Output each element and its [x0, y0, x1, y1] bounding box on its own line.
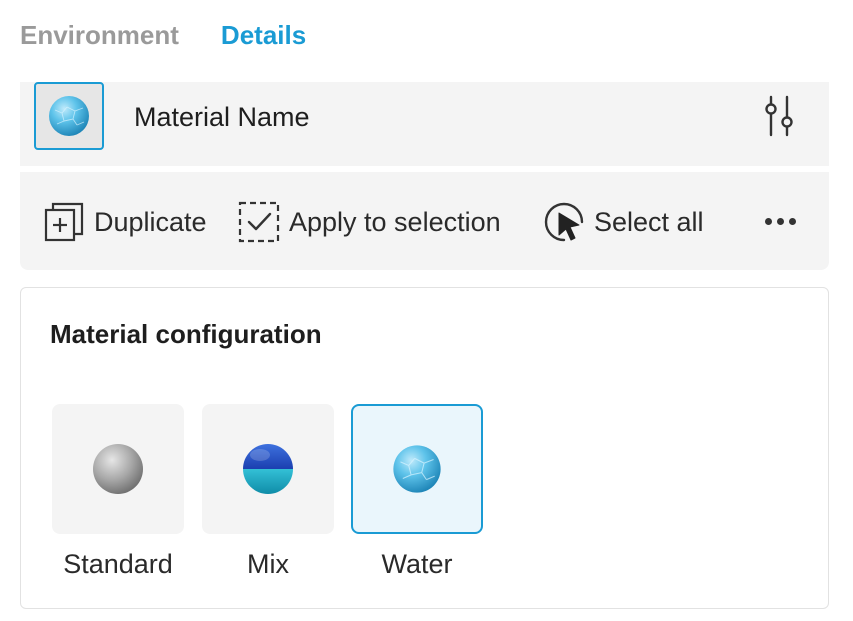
section-title: Material configuration: [50, 319, 322, 349]
select-all-label: Select all: [594, 207, 704, 237]
material-thumbnail[interactable]: [34, 82, 104, 150]
option-mix[interactable]: Mix: [202, 404, 334, 580]
material-header: Material Name: [20, 82, 829, 166]
action-bar: Duplicate Apply to selection Select all: [20, 172, 829, 270]
tab-environment[interactable]: Environment: [20, 18, 179, 52]
option-tile[interactable]: [202, 404, 334, 534]
option-tile[interactable]: [351, 404, 483, 534]
option-label: Standard: [63, 549, 173, 579]
apply-to-selection-button[interactable]: Apply to selection: [237, 200, 501, 244]
more-options-button[interactable]: [758, 206, 802, 236]
material-settings-button[interactable]: [758, 92, 800, 140]
mix-sphere-icon: [243, 444, 293, 494]
gray-sphere-icon: [93, 444, 143, 494]
tab-bar: Environment Details: [20, 18, 306, 52]
dashed-checkbox-icon: [238, 201, 280, 243]
water-sphere-icon: [393, 445, 441, 493]
water-sphere-icon: [49, 96, 89, 136]
duplicate-button[interactable]: Duplicate: [42, 200, 207, 244]
material-name: Material Name: [134, 102, 310, 132]
select-all-button[interactable]: Select all: [542, 200, 704, 244]
option-tile[interactable]: [52, 404, 184, 534]
material-configuration-card: Material configuration Standard Mix Wate…: [20, 287, 829, 609]
apply-to-selection-label: Apply to selection: [289, 207, 501, 237]
option-label: Mix: [247, 549, 289, 579]
select-cursor-icon: [544, 202, 584, 242]
option-water[interactable]: Water: [351, 404, 483, 580]
more-horizontal-icon: [764, 217, 772, 225]
tab-details[interactable]: Details: [221, 18, 306, 52]
option-label: Water: [381, 549, 453, 579]
duplicate-label: Duplicate: [94, 207, 207, 237]
option-standard[interactable]: Standard: [52, 404, 184, 580]
sliders-icon: [765, 95, 793, 137]
duplicate-icon: [44, 202, 84, 242]
